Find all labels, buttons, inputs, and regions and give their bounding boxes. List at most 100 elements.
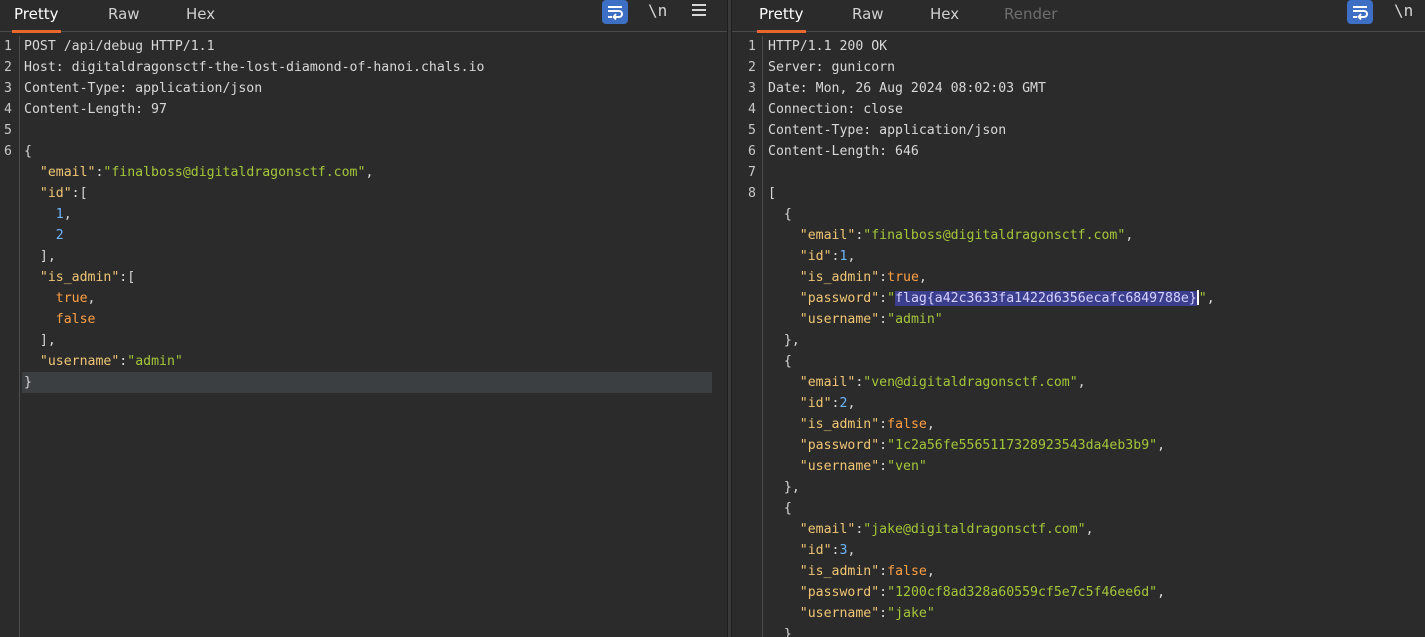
code-line: "password":"1c2a56fe5565117328923543da4e… bbox=[732, 435, 1425, 456]
code-line: "email":"jake@digitaldragonsctf.com", bbox=[732, 519, 1425, 540]
request-tab-pretty[interactable]: Pretty bbox=[12, 0, 61, 33]
token: , bbox=[87, 291, 96, 306]
code-line: "id":3, bbox=[732, 540, 1425, 561]
token: "email" bbox=[39, 165, 96, 180]
line-content: 1, bbox=[24, 204, 72, 225]
code-line: }, bbox=[732, 477, 1425, 498]
wrap-lines-icon bbox=[1353, 6, 1368, 21]
token: Content-Length: 97 bbox=[24, 102, 167, 117]
line-number: 3 bbox=[4, 81, 12, 96]
token: "jake" bbox=[887, 606, 935, 621]
code-line: "id":[ bbox=[0, 183, 727, 204]
line-number: 7 bbox=[748, 165, 756, 180]
token: " bbox=[1198, 291, 1207, 306]
line-content: "id":3, bbox=[768, 540, 856, 561]
code-line: { bbox=[732, 204, 1425, 225]
token: : bbox=[879, 270, 888, 285]
token: , bbox=[63, 207, 72, 222]
token: "email" bbox=[799, 522, 856, 537]
response-show-newlines-button[interactable]: \n bbox=[1394, 0, 1413, 26]
response-tab-pretty[interactable]: Pretty bbox=[757, 0, 806, 33]
line-content: Connection: close bbox=[768, 99, 903, 120]
response-wrap-lines-button[interactable] bbox=[1347, 0, 1373, 24]
token: "username" bbox=[799, 312, 880, 327]
token: "password" bbox=[799, 585, 880, 600]
line-content: ], bbox=[24, 246, 56, 267]
line-number: 1 bbox=[4, 39, 12, 54]
code-line: } bbox=[732, 624, 1425, 637]
line-content: "email":"finalboss@digitaldragonsctf.com… bbox=[24, 162, 374, 183]
request-editor[interactable]: 1 POST /api/debug HTTP/1.1 2 Host: digitald… bbox=[0, 36, 727, 637]
code-line: 3 Content-Type: application/json bbox=[0, 78, 727, 99]
token: "jake@digitaldragonsctf.com" bbox=[863, 522, 1086, 537]
response-tab-render[interactable]: Render bbox=[1002, 0, 1059, 32]
token: Host: digitaldragonsctf-the-lost-diamond… bbox=[24, 60, 485, 75]
line-content: Content-Length: 97 bbox=[24, 99, 167, 120]
line-content: Host: digitaldragonsctf-the-lost-diamond… bbox=[24, 57, 485, 78]
token: ], bbox=[24, 333, 56, 348]
line-content: "is_admin":false, bbox=[768, 414, 935, 435]
line-content: "password":"1c2a56fe5565117328923543da4e… bbox=[768, 435, 1165, 456]
token: HTTP/1.1 200 OK bbox=[768, 39, 888, 54]
token: : bbox=[879, 564, 888, 579]
token: 1 bbox=[55, 207, 64, 222]
code-line: "username":"ven" bbox=[732, 456, 1425, 477]
token: Content-Type: application/json bbox=[24, 81, 263, 96]
token: : bbox=[879, 312, 888, 327]
code-line: "is_admin":true, bbox=[732, 267, 1425, 288]
response-editor[interactable]: 1 HTTP/1.1 200 OK 2 Server: gunicorn 3 Date: … bbox=[732, 36, 1425, 637]
token: 2 bbox=[55, 228, 64, 243]
response-tabbar: Pretty Raw Hex Render \n bbox=[732, 0, 1425, 33]
request-show-newlines-button[interactable]: \n bbox=[648, 0, 667, 26]
token: "admin" bbox=[887, 312, 943, 327]
token: false bbox=[887, 564, 927, 579]
token: , bbox=[1157, 585, 1166, 600]
code-line: "username":"admin" bbox=[732, 309, 1425, 330]
code-line: { bbox=[732, 351, 1425, 372]
request-menu-icon[interactable] bbox=[692, 4, 706, 18]
token: "username" bbox=[39, 354, 120, 369]
token: "1200cf8ad328a60559cf5e7c5f46ee6d" bbox=[887, 585, 1158, 600]
token: "is_admin" bbox=[799, 417, 880, 432]
response-tab-raw[interactable]: Raw bbox=[850, 0, 886, 32]
line-content: [ bbox=[768, 183, 776, 204]
line-content: { bbox=[24, 141, 32, 162]
response-tab-hex[interactable]: Hex bbox=[928, 0, 961, 32]
line-content: HTTP/1.1 200 OK bbox=[768, 36, 887, 57]
request-tab-raw[interactable]: Raw bbox=[106, 0, 142, 32]
code-line: 4 Content-Length: 97 bbox=[0, 99, 727, 120]
code-line: { bbox=[732, 498, 1425, 519]
token: "email" bbox=[799, 375, 856, 390]
token: , bbox=[847, 396, 856, 411]
code-line: }, bbox=[732, 330, 1425, 351]
token: :[ bbox=[71, 186, 88, 201]
selected-text: flag{a42c3633fa1422d6356ecafc6849788e} bbox=[895, 291, 1197, 306]
line-content: { bbox=[768, 204, 792, 225]
token: "is_admin" bbox=[799, 270, 880, 285]
line-number: 8 bbox=[748, 186, 756, 201]
request-wrap-lines-button[interactable] bbox=[602, 0, 628, 24]
request-tab-hex[interactable]: Hex bbox=[184, 0, 217, 32]
code-line: 7 bbox=[732, 162, 1425, 183]
line-number: 4 bbox=[4, 102, 12, 117]
code-line: 5 bbox=[0, 120, 727, 141]
token: Content-Length: 646 bbox=[768, 144, 919, 159]
token: "1c2a56fe5565117328923543da4eb3b9" bbox=[887, 438, 1158, 453]
line-content: 2 bbox=[24, 225, 64, 246]
code-line: 6 Content-Length: 646 bbox=[732, 141, 1425, 162]
code-line: "is_admin":[ bbox=[0, 267, 727, 288]
token: true bbox=[887, 270, 919, 285]
token: POST /api/debug HTTP/1.1 bbox=[24, 39, 215, 54]
token: "admin" bbox=[127, 354, 183, 369]
token: : bbox=[879, 417, 888, 432]
